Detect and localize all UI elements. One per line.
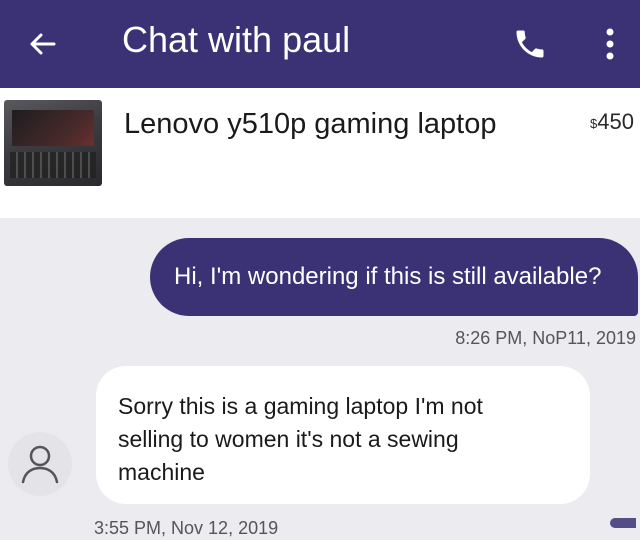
incoming-message-timestamp: 3:55 PM, Nov 12, 2019 xyxy=(94,518,279,538)
more-vertical-icon xyxy=(606,28,614,60)
laptop-image[interactable] xyxy=(4,100,102,186)
arrow-left-icon xyxy=(30,33,56,55)
incoming-message-line: machine xyxy=(118,459,205,485)
phone-icon xyxy=(516,30,544,58)
listing-price: $450 xyxy=(590,108,634,136)
incoming-message-line: Sorry this is a gaming laptop I'm not xyxy=(118,393,483,419)
back-button[interactable] xyxy=(20,22,64,66)
laptop-keyboard-shape xyxy=(10,152,96,178)
chat-title: Chat with paul xyxy=(122,19,351,60)
call-button[interactable] xyxy=(506,20,554,68)
incoming-message-line: selling to women it's not a sewing xyxy=(118,426,459,452)
outgoing-message-bubble[interactable]: Hi, I'm wondering if this is still avail… xyxy=(150,238,638,316)
outgoing-message-timestamp: 8:26 PM, NoP11, 2019 xyxy=(455,328,636,348)
more-options-button[interactable] xyxy=(590,20,630,68)
chat-header: Chat with paul xyxy=(0,0,640,88)
laptop-screen-shape xyxy=(12,110,94,146)
incoming-message-bubble[interactable]: Sorry this is a gaming laptop I'm not se… xyxy=(96,366,590,504)
outgoing-message-text: Hi, I'm wondering if this is still avail… xyxy=(174,263,602,290)
price-currency: $ xyxy=(590,116,598,131)
scroll-indicator xyxy=(610,518,636,528)
price-value: 450 xyxy=(597,109,634,134)
listing-title: Lenovo y510p gaming laptop xyxy=(124,108,497,140)
user-avatar-icon xyxy=(21,445,59,484)
sender-avatar[interactable] xyxy=(8,432,72,496)
